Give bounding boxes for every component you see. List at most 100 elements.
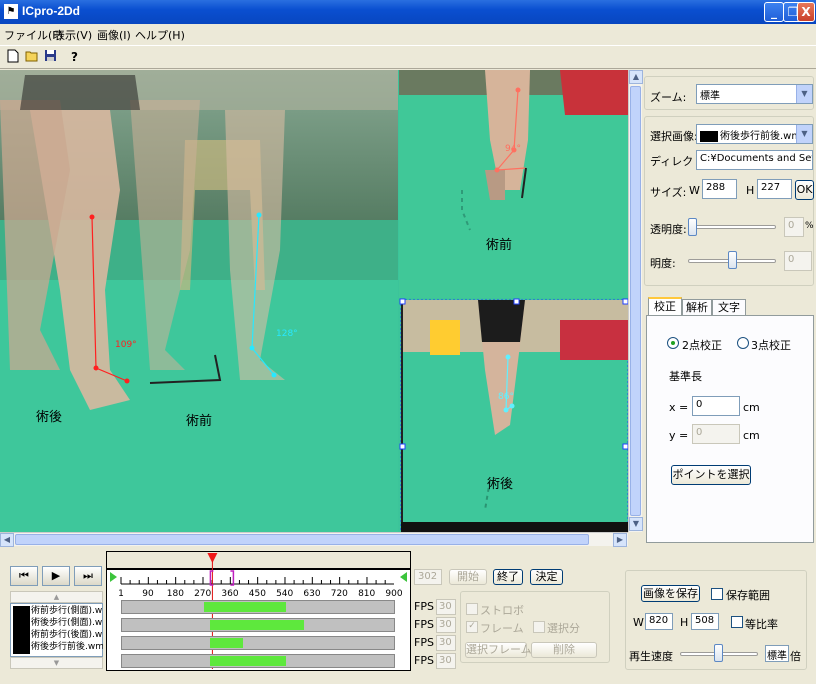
size-h-label: H [746,184,755,197]
x-field[interactable]: 0 [692,396,740,416]
ok-button[interactable]: OK [795,180,814,200]
opacity-label: 透明度: [650,223,687,236]
brightness-field[interactable]: 0 [784,251,812,271]
select-point-button[interactable]: ポイントを選択 [671,465,751,485]
y-field[interactable]: 0 [692,424,740,444]
fps-label: FPS [414,654,434,667]
strobe-checkbox[interactable] [466,603,478,615]
speed-slider-thumb[interactable] [714,644,723,662]
calib-3pt-radio[interactable] [737,337,749,349]
chevron-down-icon[interactable]: ▼ [796,125,812,143]
label-bottom-right: 術後 [487,477,514,492]
start-button[interactable]: 開始 [449,569,487,585]
equal-ratio-checkbox[interactable] [731,616,743,628]
right-panel: ズーム: 標準 ▼ 選択画像: 術後歩行前後.wmv ▼ ディレクトリ: C:¥Do… [642,70,816,546]
file-thumb-icon [700,130,718,142]
fps-field[interactable]: 30 [436,653,456,669]
range-start-marker[interactable] [110,572,117,582]
track-range[interactable] [203,602,286,612]
selected-part-checkbox[interactable] [533,621,545,633]
directory-field[interactable]: C:¥Documents and Settings [696,150,813,170]
speed-label: 再生速度 [629,650,673,663]
timeline-tick-label: 810 [358,589,376,599]
angle-top-right: 94° [505,144,521,154]
fps-label: FPS [414,600,434,613]
minimize-button[interactable]: _ [764,2,784,22]
track-range[interactable] [209,638,244,648]
save-h-label: H [680,616,689,629]
tab-calibration[interactable]: 校正 [648,297,682,315]
save-w-label: W [633,616,644,629]
scroll-up-icon[interactable]: ▲ [629,70,643,84]
zoom-value: 標準 [700,91,720,102]
y-unit: cm [743,429,760,442]
x-label: x = [669,401,689,414]
opacity-track[interactable] [688,225,776,229]
track-row[interactable] [121,618,395,632]
brightness-slider-thumb[interactable] [728,251,737,269]
select-frame-button[interactable]: 選択フレーム [465,642,532,658]
track-range[interactable] [209,656,286,666]
end-button[interactable]: 終了 [493,569,523,585]
opacity-slider-thumb[interactable] [688,218,697,236]
fps-label: FPS [414,636,434,649]
speed-field[interactable]: 標準 [765,645,789,662]
delete-button[interactable]: 削除 [531,642,597,658]
track-row[interactable] [121,600,395,614]
vertical-scroll-thumb[interactable] [630,86,641,516]
save-h-field[interactable]: 508 [691,613,719,630]
timeline-tick-label: 270 [194,589,212,599]
calib-2pt-radio[interactable] [667,337,679,349]
timeline-tick-label: 720 [330,589,348,599]
timeline-tick-label: 180 [166,589,184,599]
size-w-label: W [689,184,700,197]
zoom-select[interactable]: 標準 ▼ [696,84,813,104]
calib-3pt-label: 3点校正 [751,339,791,352]
angle-bottom-right: 86° [498,392,514,402]
label-top-right: 術前 [486,238,513,253]
fps-field[interactable]: 30 [436,635,456,651]
timeline-tick-label: 1 [118,589,124,599]
fps-field[interactable]: 30 [436,617,456,633]
fps-label: FPS [414,618,434,631]
base-length-label: 基準長 [669,370,702,383]
scroll-right-icon[interactable]: ▶ [613,533,627,547]
vertical-scrollbar[interactable]: ▲ ▼ [628,70,643,532]
size-w-field[interactable]: 288 [702,179,737,199]
selected-image-select[interactable]: 術後歩行前後.wmv ▼ [696,124,813,144]
save-range-checkbox[interactable] [711,588,723,600]
timeline-tick-label: 900 [385,589,403,599]
frame-field[interactable]: 302 [414,569,442,585]
y-label: y = [669,429,689,442]
timeline-tick-label: 90 [142,589,154,599]
speed-unit: 倍 [790,650,801,663]
save-range-label: 保存範囲 [726,589,770,602]
x-unit: cm [743,401,760,414]
close-button[interactable]: X [797,2,815,22]
scroll-down-icon[interactable]: ▼ [629,517,643,531]
save-image-button[interactable]: 画像を保存 [641,585,700,602]
range-end-marker[interactable] [400,572,407,582]
save-w-field[interactable]: 820 [645,613,673,630]
frame-checkbox[interactable]: ✓ [466,621,478,633]
size-h-field[interactable]: 227 [757,179,792,199]
fps-field[interactable]: 30 [436,599,456,615]
timeline-tick-label: 540 [276,589,294,599]
selected-part-label: 選択分 [547,622,580,635]
opacity-field[interactable]: 0 [784,217,804,237]
timeline-graphics [110,553,407,669]
track-row[interactable] [121,654,395,668]
brightness-label: 明度: [650,257,676,270]
selected-image-value: 術後歩行前後.wmv [720,131,808,142]
equal-ratio-label: 等比率 [745,618,778,631]
strobe-label: ストロボ [480,604,524,617]
frame-label: フレーム [480,622,524,635]
chevron-down-icon[interactable]: ▼ [796,85,812,103]
timeline-tick-label: 630 [303,589,321,599]
track-row[interactable] [121,636,395,650]
decide-button[interactable]: 決定 [530,569,563,585]
zoom-label: ズーム: [650,91,687,104]
track-range[interactable] [209,620,304,630]
calib-2pt-label: 2点校正 [682,339,722,352]
timeline-tick-label: 450 [248,589,266,599]
